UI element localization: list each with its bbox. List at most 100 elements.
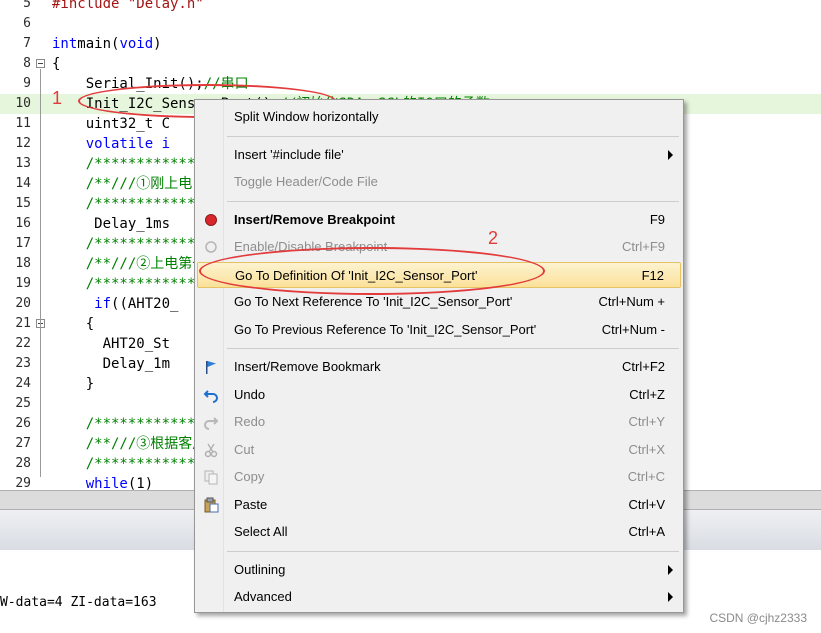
submenu-arrow-icon [668,149,673,160]
line-number: 19 [15,276,31,291]
menu-item-undo[interactable]: Undo Ctrl+Z [197,382,681,408]
menu-item-advanced[interactable]: Advanced [197,584,681,610]
code-token: Delay_1m [52,356,171,372]
annotation-number-1: 1 [52,88,63,108]
line-number: 17 [15,236,31,251]
line-number: 21 [15,316,31,331]
menu-item-label: Cut [234,441,255,457]
code-token: ) [153,36,162,52]
code-token: { [52,56,61,72]
line-number: 7 [23,36,31,51]
menu-item-shortcut: Ctrl+Z [629,386,665,402]
line-number: 8 [23,56,31,71]
code-text: { [52,54,60,74]
line-number: 6 [23,16,31,31]
menu-item-shortcut: F12 [641,267,664,283]
menu-item-cut[interactable]: Cut Ctrl+X [197,437,681,463]
menu-item-shortcut: Ctrl+Num - [601,321,665,337]
code-keyword: if [94,296,112,312]
code-text: Delay_1ms [52,214,170,234]
submenu-arrow-icon [668,564,673,575]
context-menu: Split Window horizontally Insert '#includ… [194,99,684,613]
menu-item-shortcut: Ctrl+X [628,441,665,457]
code-line[interactable]: 6 [0,14,821,34]
annotation-ellipse-2 [199,247,545,295]
menu-item-insert-include-file[interactable]: Insert '#include file' [197,142,681,168]
menu-item-redo[interactable]: Redo Ctrl+Y [197,409,681,435]
breakpoint-icon [203,212,219,228]
paste-icon [203,497,219,513]
cut-icon [203,442,219,458]
code-token: main( [77,36,120,52]
menu-item-select-all[interactable]: Select All Ctrl+A [197,519,681,545]
menu-item-shortcut: Ctrl+Num + [598,294,665,309]
menu-item-shortcut: Ctrl+F2 [622,359,665,374]
code-text: uint32_t C [52,114,170,134]
menu-item-label: Insert '#include file' [234,146,344,162]
line-number: 13 [15,156,31,171]
line-number: 16 [15,216,31,231]
menu-item-paste[interactable]: Paste Ctrl+V [197,492,681,518]
build-output-line: W-data=4 ZI-data=163 [0,595,157,610]
menu-item-label: Split Window horizontally [234,109,379,124]
menu-item-insert-remove-breakpoint[interactable]: Insert/Remove Breakpoint F9 [197,207,681,233]
menu-item-shortcut: Ctrl+V [628,496,665,512]
line-number: 24 [15,376,31,391]
menu-separator [227,348,679,349]
code-token: uint32_t C [52,116,171,132]
menu-item-label: Undo [234,386,266,402]
menu-item-label: Select All [234,524,288,539]
menu-item-toggle-header-code-file[interactable]: Toggle Header/Code File [197,169,681,195]
code-keyword: int [52,36,78,52]
menu-item-shortcut: Ctrl+A [628,524,665,539]
code-text: AHT20_St [52,334,170,354]
menu-item-insert-remove-bookmark[interactable]: Insert/Remove Bookmark Ctrl+F2 [197,354,681,380]
annotation-number-2: 2 [488,228,499,248]
code-text: Delay_1m [52,354,170,374]
code-line[interactable]: 5 #include "Delay.h" [0,0,821,14]
line-number: 25 [15,396,31,411]
line-number: 23 [15,356,31,371]
redo-icon [203,414,219,430]
code-text: intmain(void) [52,34,162,54]
code-line[interactable]: 7 intmain(void) [0,34,821,54]
menu-item-copy[interactable]: Copy Ctrl+C [197,464,681,490]
code-token: ((AHT20_ [111,296,179,312]
code-token: } [52,376,95,392]
menu-item-label: Advanced [234,589,292,604]
code-token: { [52,316,95,332]
menu-item-label: Go To Previous Reference To 'Init_I2C_Se… [234,321,537,337]
menu-separator [227,135,679,137]
line-number: 9 [23,76,31,91]
line-number: 22 [15,336,31,351]
menu-item-label: Redo [234,414,266,429]
code-keyword: i [153,136,171,152]
menu-item-label: Copy [234,469,265,484]
code-text: #include "Delay.h" [52,0,204,14]
line-number: 10 [15,96,31,111]
line-number: 14 [15,176,31,191]
undo-icon [203,387,219,403]
line-number: 5 [23,0,31,11]
code-text: } [52,374,94,394]
code-token: AHT20_St [52,336,171,352]
fold-toggle-icon[interactable] [36,59,45,68]
code-string: #include "Delay.h" [52,0,204,12]
line-number: 20 [15,296,31,311]
menu-item-label: Insert/Remove Bookmark [234,359,381,374]
line-number: 26 [15,416,31,431]
code-text: volatile i [52,134,170,154]
menu-item-go-to-previous-reference-to-init-i2c-sensor-port[interactable]: Go To Previous Reference To 'Init_I2C_Se… [197,317,681,343]
code-line[interactable]: 8{ [0,54,821,74]
menu-separator [227,550,679,552]
code-keyword: volatile [85,136,154,152]
menu-item-shortcut: F9 [649,211,665,227]
bookmark-flag-icon [203,359,219,375]
code-token: Delay_1ms [52,216,171,232]
menu-separator [227,200,679,202]
line-number: 29 [15,476,31,490]
menu-item-outlining[interactable]: Outlining [197,557,681,583]
menu-item-split-window-horizontally[interactable]: Split Window horizontally [197,104,681,130]
